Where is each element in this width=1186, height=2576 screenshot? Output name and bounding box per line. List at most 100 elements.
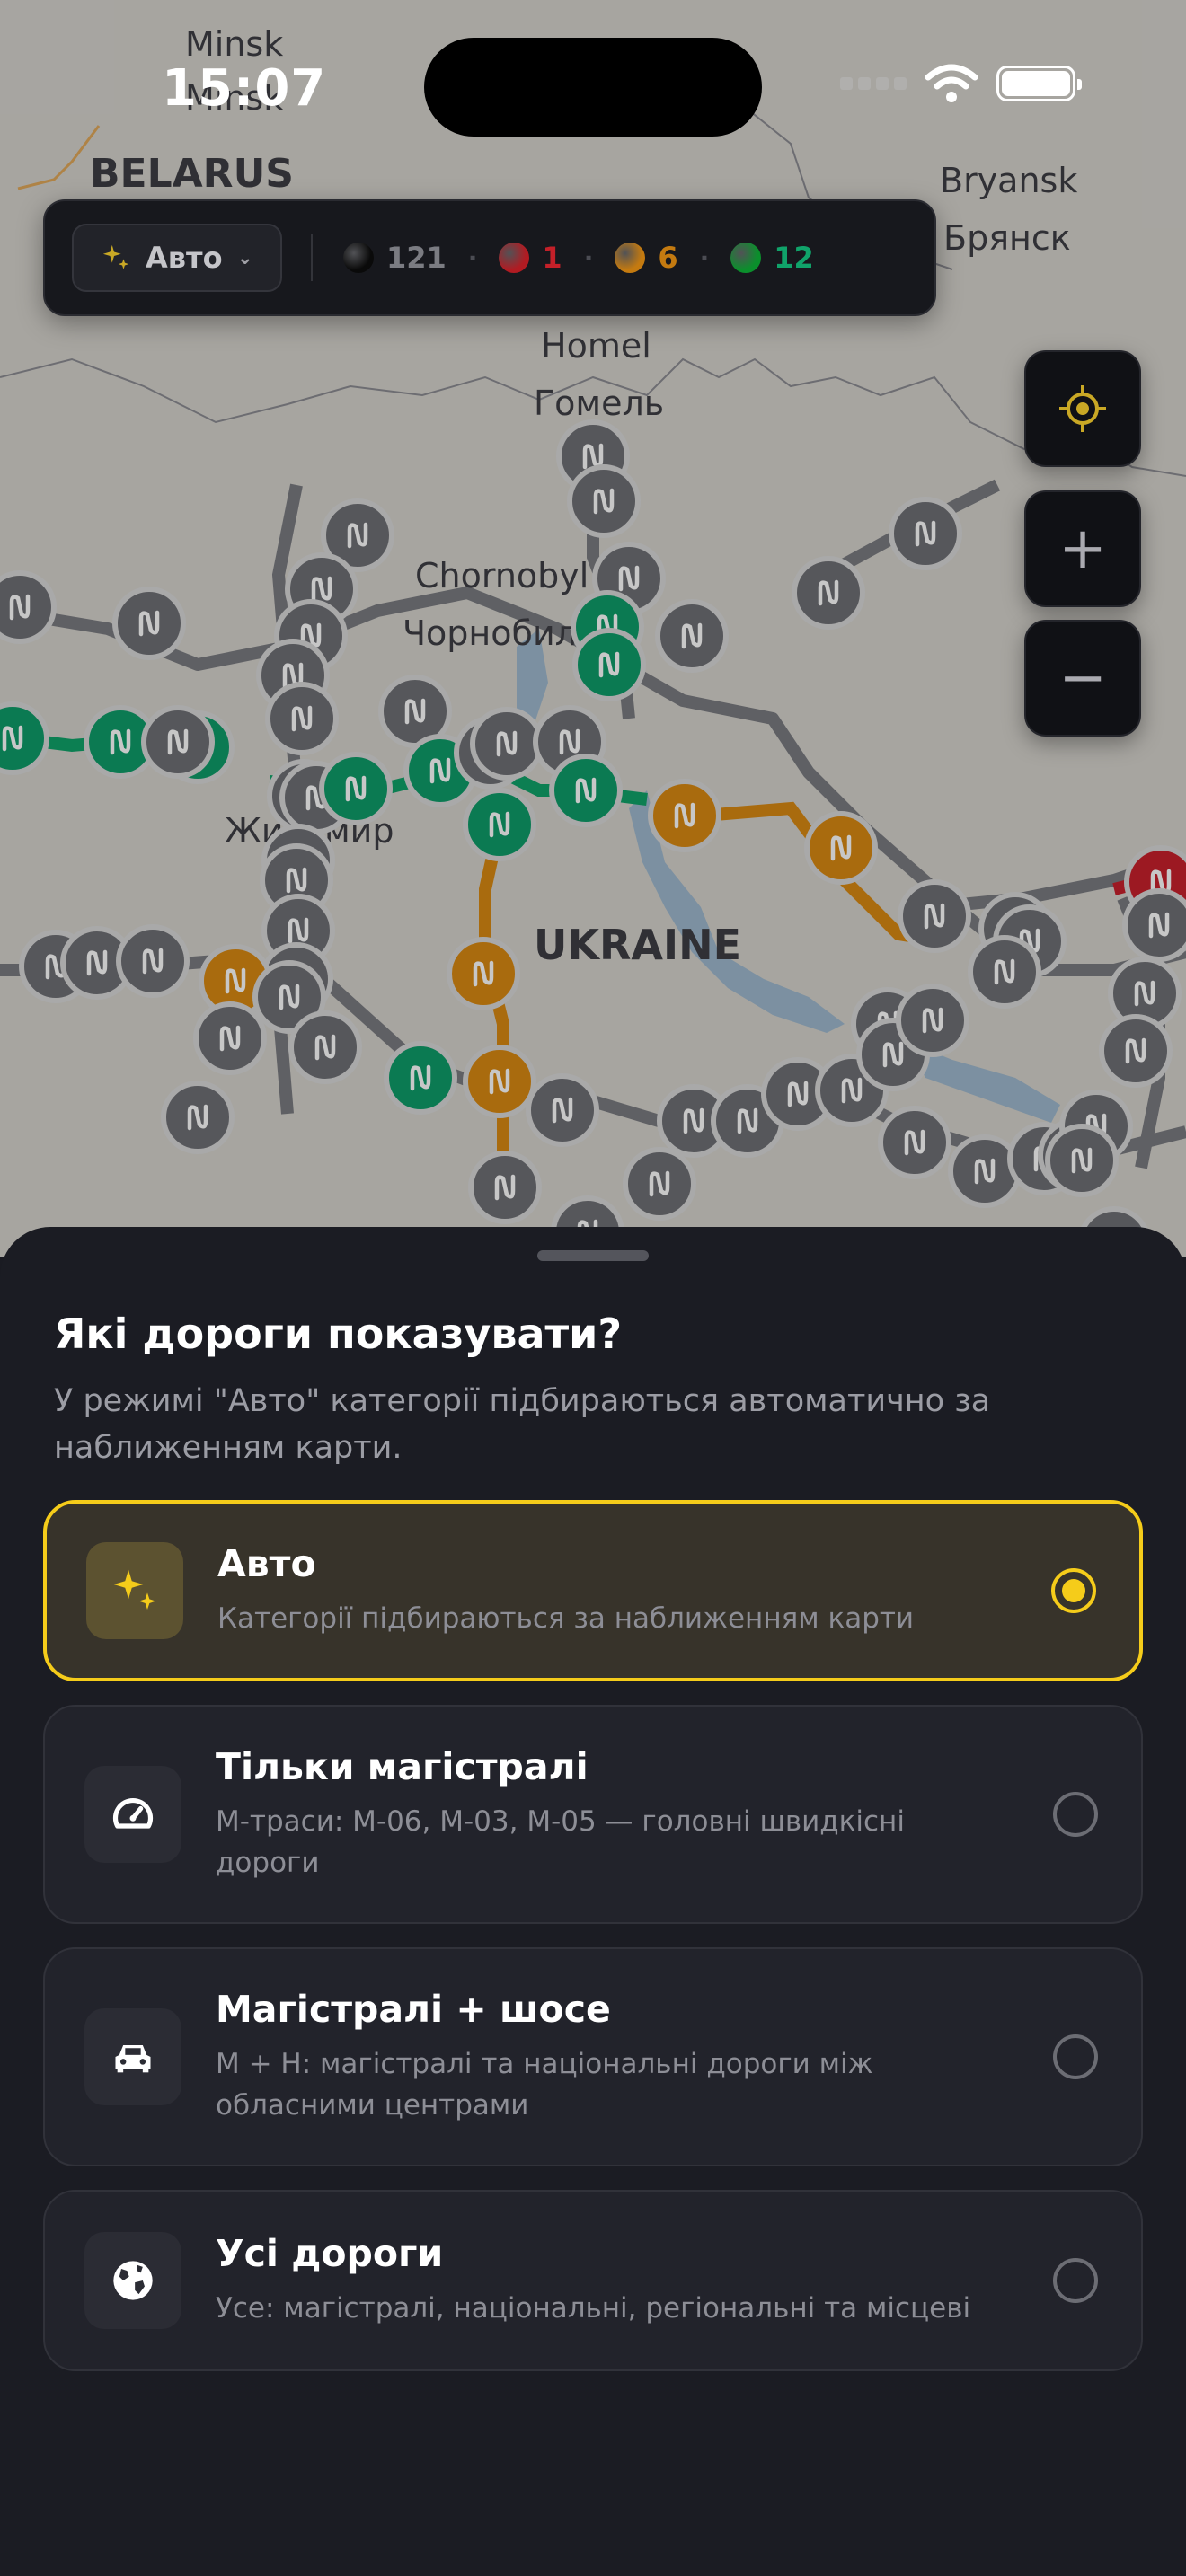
- option-auto[interactable]: Авто Категорії підбираються за наближенн…: [43, 1500, 1143, 1681]
- road-marker-icon[interactable]: [319, 752, 393, 825]
- locate-icon: [1059, 385, 1106, 432]
- status-dot-icon: [730, 243, 762, 273]
- radio-unselected[interactable]: [1053, 2258, 1098, 2303]
- option-highways-and-national[interactable]: Магістралі + шосе М + Н: магістралі та н…: [43, 1947, 1143, 2166]
- road-marker-icon[interactable]: [0, 570, 57, 644]
- road-marker-icon[interactable]: [948, 1134, 1022, 1208]
- road-marker-icon[interactable]: [116, 924, 190, 998]
- road-marker-icon[interactable]: [141, 705, 215, 779]
- sheet-title: Які дороги показувати?: [54, 1310, 623, 1358]
- road-marker-icon[interactable]: [1099, 1014, 1173, 1088]
- status-count-value: 6: [658, 241, 678, 275]
- speedometer-icon: [112, 1797, 154, 1829]
- status-count[interactable]: 6: [615, 241, 678, 275]
- road-marker-icon[interactable]: [804, 811, 878, 885]
- plus-icon: +: [1058, 516, 1107, 582]
- status-icons: [840, 63, 1082, 104]
- option-icon-container: [86, 1542, 183, 1639]
- option-subtitle: Усе: магістралі, національні, регіональн…: [216, 2292, 971, 2325]
- map-label-bryansk: Bryansk: [940, 161, 1077, 200]
- road-marker-icon[interactable]: [792, 556, 865, 630]
- road-marker-icon[interactable]: [968, 935, 1041, 1009]
- road-marker-icon[interactable]: [468, 1151, 542, 1224]
- count-separator: ·: [583, 243, 594, 273]
- map-label-bryansk-cyr: Брянск: [943, 218, 1071, 258]
- dynamic-island: [424, 38, 762, 137]
- road-marker-icon[interactable]: [889, 497, 962, 570]
- option-text: Магістралі + шосе М + Н: магістралі та н…: [216, 1988, 988, 2126]
- road-marker-icon[interactable]: [161, 1081, 235, 1154]
- road-marker-icon[interactable]: [878, 1106, 951, 1179]
- locate-button[interactable]: [1024, 350, 1141, 467]
- status-dot-icon: [499, 243, 530, 273]
- radio-unselected[interactable]: [1053, 1792, 1098, 1837]
- radio-unselected[interactable]: [1053, 2034, 1098, 2079]
- road-marker-icon[interactable]: [193, 1001, 267, 1075]
- road-marker-icon[interactable]: [288, 1010, 362, 1084]
- toolbar-divider: [310, 234, 313, 281]
- road-filter-sheet: Які дороги показувати? У режимі "Авто" к…: [0, 1227, 1186, 2576]
- map-label-homel: Homel: [541, 326, 651, 366]
- road-marker-icon[interactable]: [896, 984, 969, 1057]
- mode-selector-label: Авто: [146, 241, 223, 275]
- wifi-icon: [925, 64, 978, 102]
- road-marker-icon[interactable]: [1045, 1124, 1119, 1197]
- option-highways-only[interactable]: Тільки магістралі М-траси: М-06, М-03, М…: [43, 1705, 1143, 1924]
- road-marker-icon[interactable]: [623, 1147, 696, 1221]
- road-marker-icon[interactable]: [567, 464, 641, 538]
- sheet-grabber[interactable]: [537, 1250, 649, 1261]
- status-count-value: 1: [542, 241, 562, 275]
- road-marker-icon[interactable]: [526, 1073, 599, 1147]
- road-marker-icon[interactable]: [0, 701, 49, 775]
- road-marker-icon[interactable]: [1122, 888, 1186, 962]
- option-icon-container: [84, 1766, 181, 1863]
- option-subtitle: М-траси: М-06, М-03, М-05 — головні швид…: [216, 1805, 905, 1879]
- car-icon: [115, 2045, 151, 2073]
- map-label-belarus: BELARUS: [90, 151, 294, 197]
- status-dot-icon: [342, 243, 374, 273]
- road-marker-icon[interactable]: [463, 788, 536, 861]
- status-count-value: 121: [385, 241, 447, 275]
- minus-icon: −: [1058, 645, 1107, 711]
- option-icon-container: [84, 2008, 181, 2105]
- road-marker-icon[interactable]: [463, 1045, 536, 1118]
- globe-icon: [113, 2261, 153, 2300]
- road-marker-icon[interactable]: [447, 937, 520, 1010]
- road-marker-icon[interactable]: [265, 682, 339, 755]
- road-marker-icon[interactable]: [549, 754, 623, 827]
- sparkles-icon: [113, 1569, 156, 1610]
- option-text: Тільки магістралі М-траси: М-06, М-03, М…: [216, 1745, 988, 1883]
- option-title: Магістралі + шосе: [216, 1988, 611, 2031]
- road-marker-icon[interactable]: [572, 628, 646, 701]
- map-canvas[interactable]: Minsk Minsk BELARUS Bryansk Брянск Homel…: [0, 0, 1186, 1257]
- option-title: Авто: [217, 1542, 316, 1585]
- map-label-minsk: Minsk: [185, 24, 283, 64]
- zoom-in-button[interactable]: +: [1024, 490, 1141, 607]
- battery-icon: [996, 66, 1082, 101]
- road-marker-icon[interactable]: [112, 587, 186, 660]
- map-label-chornobyl: Chornobyl: [415, 556, 589, 595]
- status-count[interactable]: 12: [730, 241, 814, 275]
- map-label-ukraine: UKRAINE: [534, 921, 741, 969]
- status-count[interactable]: 121: [342, 241, 447, 275]
- option-text: Авто Категорії підбираються за наближенн…: [217, 1542, 987, 1639]
- road-marker-icon[interactable]: [655, 599, 729, 673]
- road-marker-icon[interactable]: [470, 707, 544, 781]
- cellular-signal-icon: [840, 77, 907, 90]
- status-count[interactable]: 1: [499, 241, 562, 275]
- map-view[interactable]: Minsk Minsk BELARUS Bryansk Брянск Homel…: [0, 0, 1186, 1257]
- option-all-roads[interactable]: Усі дороги Усе: магістралі, національні,…: [43, 2190, 1143, 2371]
- status-counts: 121 · 1 · 6 · 12: [342, 241, 814, 275]
- road-marker-icon[interactable]: [384, 1041, 457, 1115]
- chevron-down-icon: ⌄: [236, 246, 253, 269]
- count-separator: ·: [699, 243, 710, 273]
- option-subtitle: М + Н: магістралі та національні дороги …: [216, 2048, 873, 2122]
- radio-selected[interactable]: [1051, 1568, 1096, 1613]
- zoom-out-button[interactable]: −: [1024, 620, 1141, 737]
- sheet-description: У режимі "Авто" категорії підбираються а…: [54, 1383, 991, 1466]
- road-marker-icon[interactable]: [648, 779, 721, 852]
- road-marker-icon[interactable]: [898, 879, 971, 953]
- option-title: Усі дороги: [216, 2232, 444, 2275]
- status-dot-icon: [615, 243, 646, 273]
- mode-selector-button[interactable]: Авто ⌄: [72, 224, 282, 292]
